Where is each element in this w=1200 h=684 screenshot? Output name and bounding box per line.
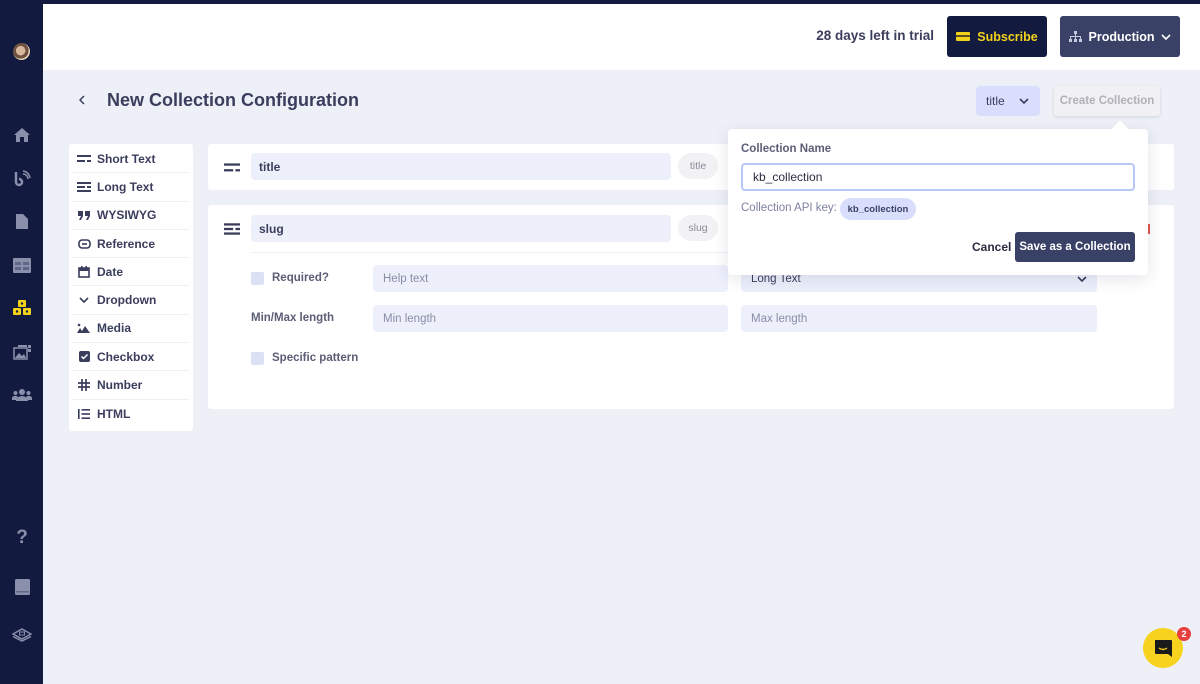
collection-api-key-badge: kb_collection	[840, 198, 916, 220]
sidebar-item-help[interactable]: ?	[11, 527, 33, 549]
required-checkbox[interactable]	[251, 272, 264, 285]
chevron-down-icon	[77, 294, 91, 306]
quote-icon	[77, 209, 91, 221]
sitemap-icon	[1068, 30, 1082, 42]
sidebar-item-docs[interactable]	[11, 576, 33, 598]
collection-name-input[interactable]	[741, 163, 1135, 191]
field-type-label: Reference	[97, 236, 156, 251]
field-type-label: Dropdown	[97, 293, 157, 308]
delete-field-icon[interactable]	[1148, 224, 1150, 234]
short-text-icon[interactable]	[224, 162, 240, 174]
field-type-wysiwyg[interactable]: WYSIWYG	[73, 202, 189, 230]
trial-status: 28 days left in trial	[816, 28, 934, 43]
field-type-reference[interactable]: Reference	[73, 230, 189, 259]
sidebar-item-media[interactable]	[11, 341, 33, 363]
create-collection-label: Create Collection	[1059, 95, 1155, 107]
max-length-input[interactable]	[741, 305, 1097, 332]
long-text-icon	[77, 181, 91, 193]
media-icon	[12, 345, 31, 360]
field-type-label: Date	[97, 264, 124, 279]
field-type-label: Number	[97, 378, 143, 393]
title-field-select[interactable]: title	[976, 86, 1040, 116]
field-type-media[interactable]: Media	[73, 315, 189, 344]
field-name-input[interactable]	[251, 215, 671, 242]
checkbox-icon	[77, 351, 91, 363]
environment-label: Production	[1088, 29, 1155, 44]
field-api-key: slug	[678, 215, 718, 241]
calendar-icon	[77, 265, 91, 278]
sidebar-item-home[interactable]	[11, 124, 33, 146]
field-type-dropdown[interactable]: Dropdown	[73, 286, 189, 315]
book-icon	[14, 579, 30, 595]
sidebar: ?	[0, 0, 43, 684]
field-type-checkbox[interactable]: Checkbox	[73, 343, 189, 372]
subscribe-button[interactable]: Subscribe	[947, 16, 1047, 57]
chevron-left-icon	[79, 95, 85, 105]
webhook-icon	[14, 170, 31, 187]
field-type-long-text[interactable]: Long Text	[73, 173, 189, 202]
cancel-button[interactable]: Cancel	[972, 240, 1011, 254]
chevron-down-icon	[1077, 275, 1087, 282]
grid-icon	[13, 257, 31, 273]
field-type-label: Checkbox	[97, 349, 155, 364]
field-type-label: Media	[97, 321, 132, 336]
field-type-label: HTML	[97, 406, 131, 421]
sidebar-item-users[interactable]	[11, 384, 33, 406]
users-icon	[12, 389, 32, 401]
cubes-icon	[13, 300, 31, 315]
long-text-icon[interactable]	[224, 223, 240, 235]
sidebar-item-layouts[interactable]	[11, 254, 33, 276]
create-collection-popover: Collection Name Collection API key: kb_c…	[728, 129, 1148, 275]
subscribe-label: Subscribe	[977, 29, 1038, 44]
credit-card-icon	[956, 32, 971, 41]
field-type-label: Short Text	[97, 151, 156, 166]
title-field-select-value: title	[986, 94, 1005, 108]
user-avatar[interactable]	[13, 43, 30, 60]
min-length-input[interactable]	[373, 305, 728, 332]
field-type-date[interactable]: Date	[73, 258, 189, 287]
chat-unread-badge: 2	[1177, 627, 1191, 641]
link-icon	[77, 238, 91, 250]
document-icon	[16, 213, 28, 229]
page-title: New Collection Configuration	[107, 90, 359, 110]
home-icon	[14, 128, 30, 142]
save-collection-button[interactable]: Save as a Collection	[1015, 232, 1135, 262]
chat-icon	[1155, 640, 1172, 657]
field-type-label: Long Text	[97, 179, 154, 194]
list-icon	[77, 408, 91, 420]
field-type-html[interactable]: HTML	[73, 400, 189, 428]
field-type-short-text[interactable]: Short Text	[73, 145, 189, 174]
help-icon: ?	[16, 527, 28, 548]
sidebar-item-integrations[interactable]	[11, 624, 33, 646]
sidebar-item-pages[interactable]	[11, 210, 33, 232]
create-collection-button[interactable]: Create Collection	[1054, 86, 1160, 116]
field-type-label: WYSIWYG	[97, 208, 157, 223]
save-collection-label: Save as a Collection	[1019, 241, 1131, 253]
sidebar-item-webhooks[interactable]	[11, 167, 33, 189]
sidebar-item-collections[interactable]	[11, 297, 33, 319]
environment-select[interactable]: Production	[1060, 16, 1180, 57]
collection-name-label: Collection Name	[741, 143, 832, 155]
field-type-number[interactable]: Number	[73, 371, 189, 400]
collection-api-key-label: Collection API key:	[741, 202, 837, 214]
required-label: Required?	[272, 272, 329, 284]
specific-pattern-checkbox[interactable]	[251, 352, 264, 365]
minmax-label: Min/Max length	[251, 312, 335, 324]
back-button[interactable]	[75, 90, 89, 110]
hash-icon	[77, 379, 91, 392]
short-text-icon	[77, 153, 91, 165]
image-icon	[77, 322, 91, 334]
field-name-input[interactable]	[251, 153, 671, 180]
field-api-key: title	[678, 153, 718, 179]
chevron-down-icon	[1019, 98, 1029, 104]
field-types-panel: Short Text Long Text WYSIWYG Reference D…	[69, 144, 193, 431]
layers-icon	[12, 628, 32, 642]
specific-pattern-label: Specific pattern	[272, 352, 359, 364]
help-text-input[interactable]	[373, 265, 728, 292]
chevron-down-icon	[1161, 33, 1172, 40]
